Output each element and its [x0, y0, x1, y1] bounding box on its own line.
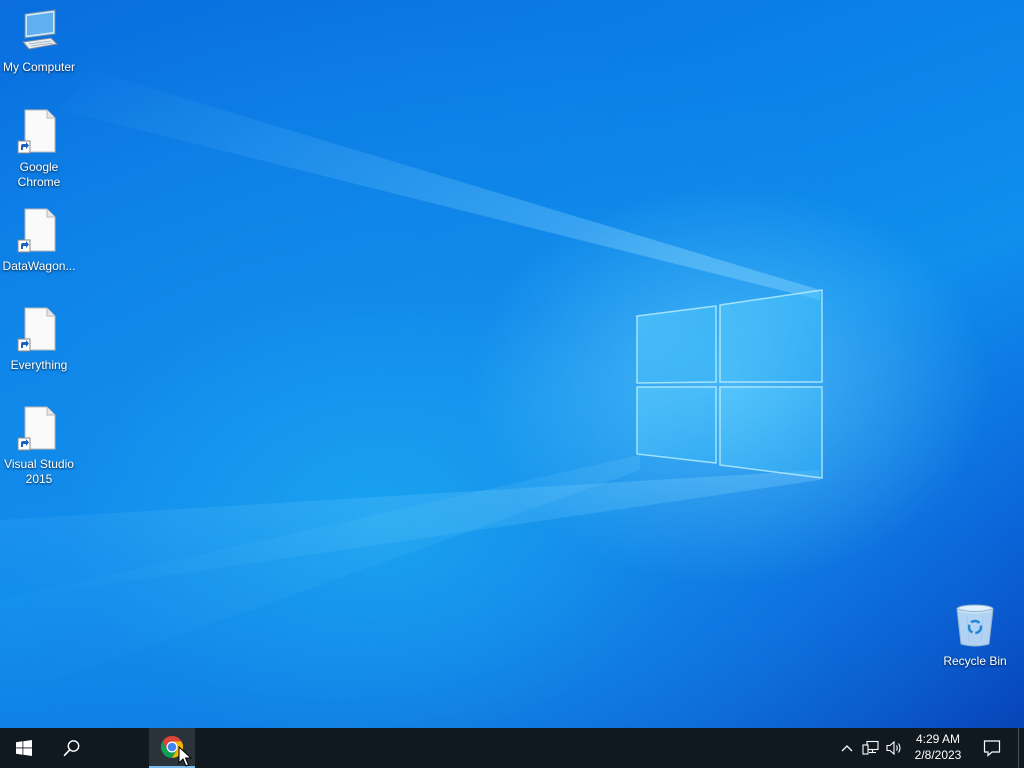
desktop-icon-label: Visual Studio 2015 — [4, 457, 74, 486]
desktop-icon-label: Google Chrome — [17, 160, 61, 189]
windows-logo-icon — [16, 740, 32, 756]
speaker-icon — [886, 740, 901, 756]
taskbar: 4:29 AM 2/8/2023 — [0, 728, 1024, 768]
blank-file-shortcut-icon — [17, 207, 61, 255]
start-button[interactable] — [0, 728, 48, 768]
search-icon — [63, 740, 80, 757]
desktop-icon-recycle-bin[interactable]: Recycle Bin — [936, 602, 1014, 669]
desktop-icon-label: Recycle Bin — [943, 654, 1007, 668]
clock-date: 2/8/2023 — [914, 748, 962, 762]
desktop-icon-google-chrome[interactable]: Google Chrome — [0, 108, 78, 190]
desktop-icon-label: Everything — [10, 358, 68, 372]
desktop-icon-everything[interactable]: Everything — [0, 306, 78, 373]
action-center-icon — [983, 740, 1001, 757]
desktop-icon-label: DataWagon... — [2, 259, 76, 273]
monitor-icon — [17, 8, 61, 56]
network-icon — [862, 740, 879, 755]
show-desktop-button[interactable] — [1018, 728, 1024, 768]
taskbar-clock[interactable]: 4:29 AM 2/8/2023 — [906, 728, 970, 768]
clock-time: 4:29 AM — [915, 732, 961, 746]
blank-file-shortcut-icon — [17, 306, 61, 354]
desktop-icon-visual-studio-2015[interactable]: Visual Studio 2015 — [0, 405, 78, 487]
chevron-up-icon — [841, 745, 853, 752]
blank-file-shortcut-icon — [17, 405, 61, 453]
desktop-icon-datawagon[interactable]: DataWagon... — [0, 207, 78, 274]
desktop[interactable]: My Computer Google Chrome DataWagon... E… — [0, 0, 1024, 728]
blank-file-shortcut-icon — [17, 108, 61, 156]
recycle-bin-icon — [953, 602, 997, 650]
volume-button[interactable] — [883, 728, 905, 768]
windows-wallpaper-logo — [636, 289, 823, 479]
search-button[interactable] — [48, 728, 96, 768]
network-button[interactable] — [860, 728, 882, 768]
tray-overflow-button[interactable] — [836, 728, 858, 768]
desktop-icon-my-computer[interactable]: My Computer — [0, 8, 78, 75]
action-center-button[interactable] — [975, 728, 1009, 768]
mouse-cursor-icon — [178, 746, 192, 767]
wallpaper-light-beams — [0, 70, 820, 700]
desktop-icon-label: My Computer — [2, 60, 76, 74]
